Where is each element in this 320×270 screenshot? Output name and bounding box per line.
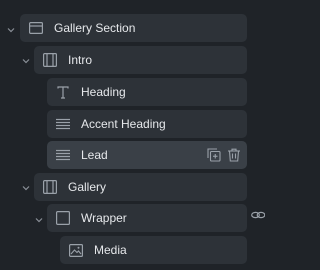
layer-gallery-section[interactable]: Gallery Section <box>20 14 247 42</box>
chevron-down-icon[interactable] <box>22 184 30 192</box>
layer-media[interactable]: Media <box>60 236 247 264</box>
chevron-down-icon[interactable] <box>22 57 30 65</box>
section-icon <box>28 20 44 36</box>
layer-label: Media <box>94 243 127 257</box>
layer-label: Gallery Section <box>54 21 136 35</box>
layer-tree: Gallery Section Intro Heading Accent Hea… <box>0 0 265 270</box>
link-icon[interactable] <box>251 208 265 222</box>
layer-label: Accent Heading <box>81 117 166 131</box>
layer-wrapper[interactable]: Wrapper <box>47 204 247 232</box>
text-icon <box>55 84 71 100</box>
layer-lead[interactable]: Lead <box>47 141 247 169</box>
row-actions <box>207 148 241 162</box>
layer-label: Heading <box>81 85 126 99</box>
layer-label: Wrapper <box>81 211 127 225</box>
chevron-down-icon[interactable] <box>7 26 15 34</box>
duplicate-icon[interactable] <box>207 148 221 162</box>
paragraph-icon <box>55 116 71 132</box>
trash-icon[interactable] <box>227 148 241 162</box>
box-icon <box>55 210 71 226</box>
paragraph-icon <box>55 147 71 163</box>
container-icon <box>42 52 58 68</box>
layer-label: Gallery <box>68 180 107 194</box>
layer-gallery[interactable]: Gallery <box>34 173 247 201</box>
container-icon <box>42 179 58 195</box>
layer-accent-heading[interactable]: Accent Heading <box>47 110 247 138</box>
layer-label: Intro <box>68 53 93 67</box>
image-icon <box>68 242 84 258</box>
layer-heading[interactable]: Heading <box>47 78 247 106</box>
layer-label: Lead <box>81 148 108 162</box>
layer-intro[interactable]: Intro <box>34 46 247 74</box>
chevron-down-icon[interactable] <box>35 216 43 224</box>
